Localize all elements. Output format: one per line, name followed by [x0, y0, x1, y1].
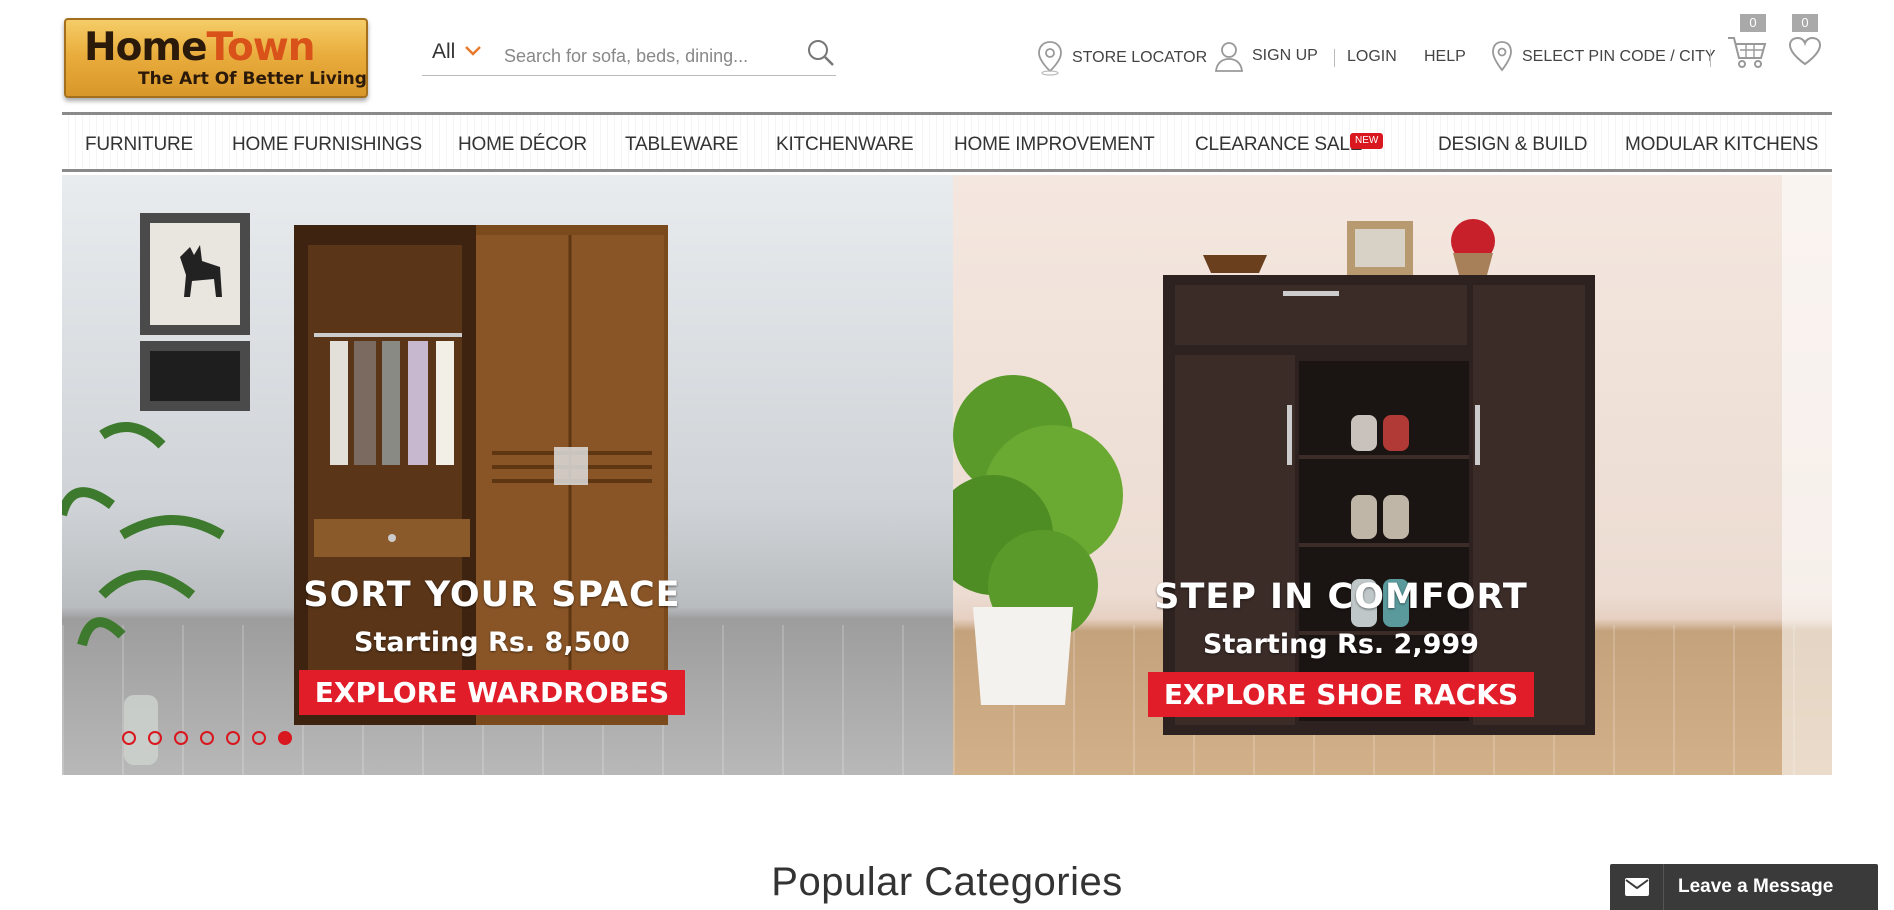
leave-message-label: Leave a Message: [1678, 876, 1834, 897]
new-badge: NEW: [1350, 133, 1384, 149]
header-utility-links: STORE LOCATOR SIGN UP LOGIN HELP SELECT …: [0, 14, 1894, 76]
carousel-dot[interactable]: [148, 731, 162, 745]
banner-subtitle: Starting Rs. 8,500: [354, 627, 630, 658]
help-label: HELP: [1424, 48, 1466, 65]
cart-count-badge: 0: [1740, 14, 1766, 32]
login-label: LOGIN: [1347, 48, 1397, 65]
banner-subtitle: Starting Rs. 2,999: [1203, 629, 1479, 660]
wishlist-button[interactable]: [1788, 36, 1822, 66]
user-icon: [1214, 42, 1244, 72]
banner-wardrobes[interactable]: SORT YOUR SPACE Starting Rs. 8,500 EXPLO…: [62, 175, 953, 775]
store-locator-label: STORE LOCATOR: [1072, 49, 1208, 66]
location-pin-icon: [1492, 41, 1512, 72]
nav-item-kitchenware[interactable]: KITCHENWARE: [776, 134, 914, 156]
nav-item-furniture[interactable]: FURNITURE: [85, 134, 193, 156]
nav-item-home-decor[interactable]: HOME DÉCOR: [458, 134, 587, 156]
carousel-dots: [122, 731, 292, 745]
cart-button[interactable]: [1726, 34, 1768, 70]
banner-left-overlay: SORT YOUR SPACE Starting Rs. 8,500 EXPLO…: [252, 575, 732, 715]
sign-up-label: SIGN UP: [1252, 47, 1318, 64]
divider: [1710, 49, 1711, 67]
select-pincode-label: SELECT PIN CODE / CITY: [1522, 48, 1716, 65]
carousel-dot[interactable]: [122, 731, 136, 745]
heart-icon: [1788, 36, 1822, 66]
help-link[interactable]: HELP: [1424, 48, 1466, 66]
banner-title: SORT YOUR SPACE: [303, 575, 681, 615]
explore-wardrobes-button[interactable]: EXPLORE WARDROBES: [298, 670, 686, 715]
nav-item-tableware[interactable]: TABLEWARE: [625, 134, 738, 156]
banner-right-overlay: STEP IN COMFORT Starting Rs. 2,999 EXPLO…: [1101, 577, 1581, 717]
nav-item-design-build[interactable]: DESIGN & BUILD: [1438, 134, 1587, 156]
sign-up-link[interactable]: SIGN UP: [1214, 40, 1318, 72]
select-pincode-link[interactable]: SELECT PIN CODE / CITY: [1490, 40, 1716, 74]
login-link[interactable]: LOGIN: [1347, 48, 1397, 66]
carousel-dot[interactable]: [200, 731, 214, 745]
wishlist-count-badge: 0: [1792, 14, 1818, 32]
location-pin-icon: [1038, 41, 1062, 76]
explore-shoe-racks-button[interactable]: EXPLORE SHOE RACKS: [1147, 672, 1535, 717]
carousel-dot[interactable]: [174, 731, 188, 745]
banner-title: STEP IN COMFORT: [1154, 577, 1528, 617]
cart-icon: [1728, 37, 1767, 68]
chat-icon-box: [1610, 864, 1664, 910]
site-header: HomeTown The Art Of Better Living All ST…: [0, 0, 1894, 112]
nav-item-modular-kitchens[interactable]: MODULAR KITCHENS: [1625, 134, 1818, 156]
nav-item-clearance-sale[interactable]: CLEARANCE SALE: [1195, 134, 1362, 156]
carousel-dot-active[interactable]: [278, 731, 292, 745]
nav-item-home-improvement[interactable]: HOME IMPROVEMENT: [954, 134, 1155, 156]
carousel-dot[interactable]: [252, 731, 266, 745]
nav-item-home-furnishings[interactable]: HOME FURNISHINGS: [232, 134, 422, 156]
banner-shoe-racks[interactable]: STEP IN COMFORT Starting Rs. 2,999 EXPLO…: [953, 175, 1832, 775]
store-locator-link[interactable]: STORE LOCATOR: [1036, 40, 1207, 76]
divider: [1334, 49, 1335, 67]
envelope-icon: [1624, 878, 1649, 896]
leave-message-widget[interactable]: Leave a Message: [1610, 864, 1878, 910]
main-navigation: FURNITURE HOME FURNISHINGS HOME DÉCOR TA…: [62, 112, 1832, 172]
carousel-dot[interactable]: [226, 731, 240, 745]
